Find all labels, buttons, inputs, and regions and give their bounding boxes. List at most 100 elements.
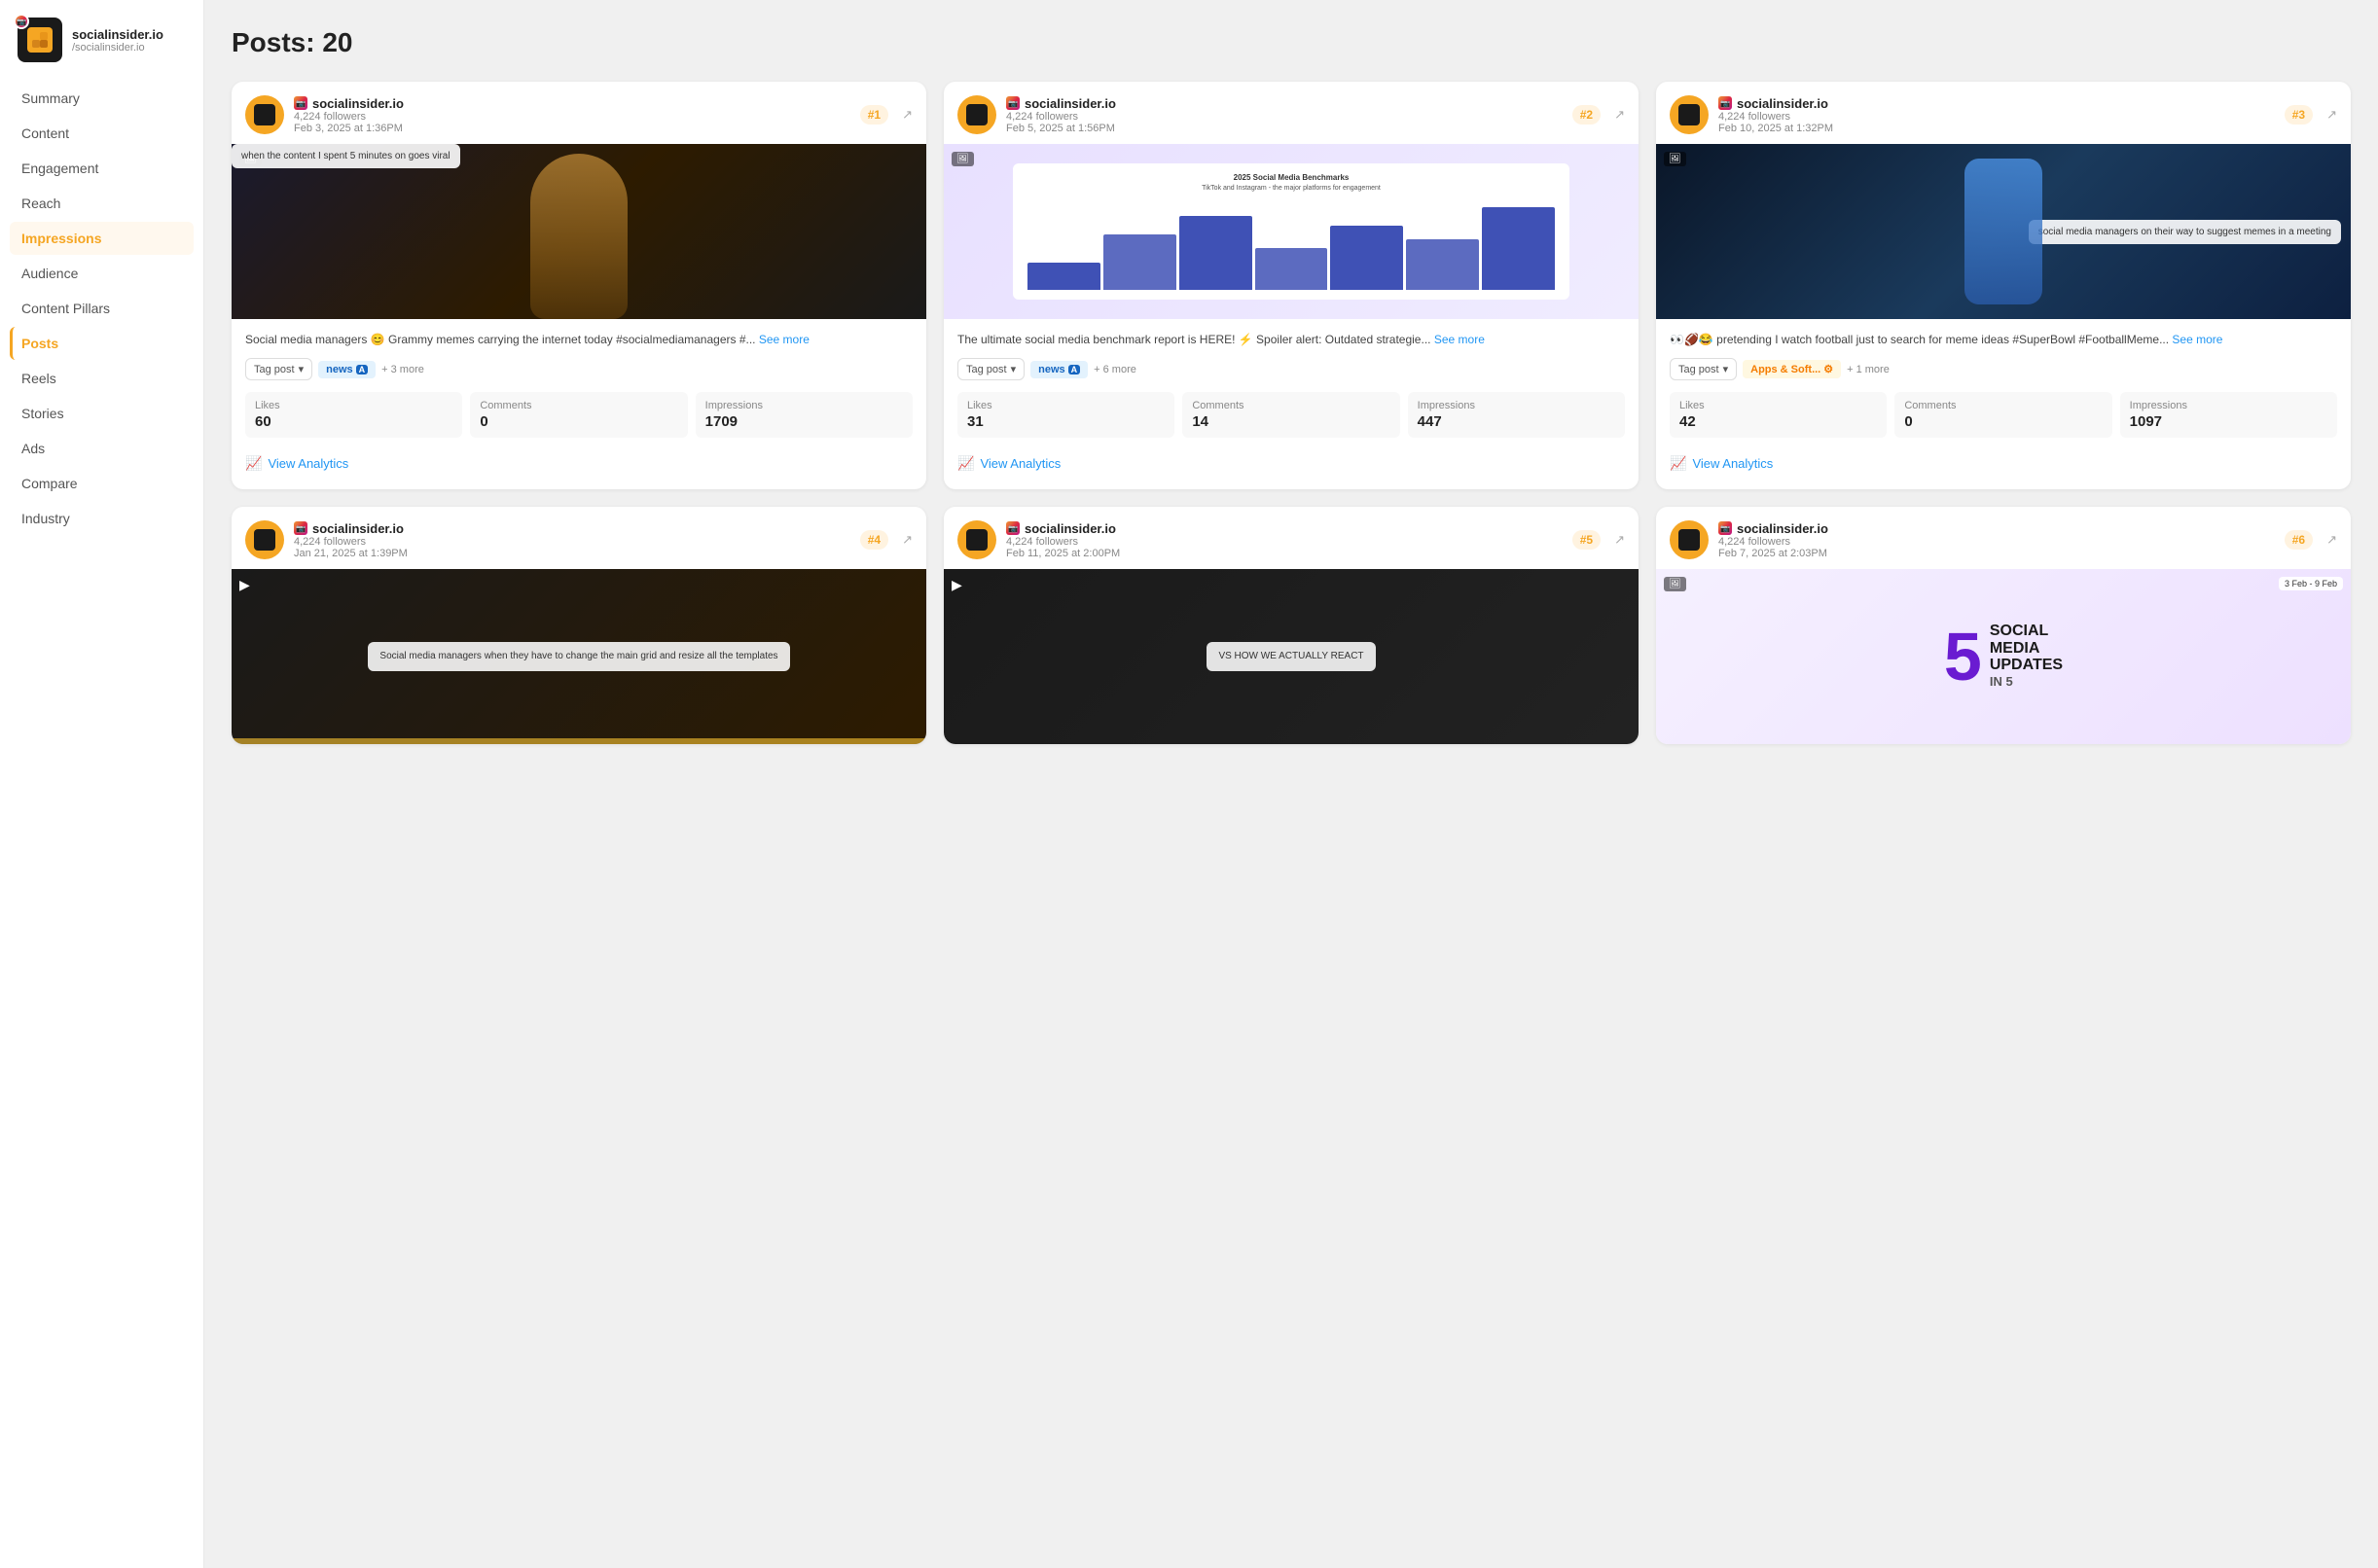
- sidebar-item-ads[interactable]: Ads: [10, 432, 194, 465]
- sidebar-navigation: Summary Content Engagement Reach Impress…: [0, 82, 203, 537]
- brand-name: socialinsider.io: [72, 27, 163, 42]
- sidebar-item-reels[interactable]: Reels: [10, 362, 194, 395]
- external-link-2[interactable]: ↗: [1614, 107, 1625, 123]
- post-account-info-1: 📷 socialinsider.io 4,224 followers Feb 3…: [294, 96, 850, 134]
- sidebar-item-compare[interactable]: Compare: [10, 467, 194, 500]
- post-image-5: ▶ VS HOW WE ACTUALLY REACT: [944, 569, 1639, 744]
- post-rank-3: #3: [2285, 105, 2313, 125]
- view-analytics-btn-3[interactable]: 📈 View Analytics: [1670, 449, 1773, 478]
- post-image-1: 🖼 when the content I spent 5 minutes on …: [232, 144, 926, 319]
- sidebar-item-industry[interactable]: Industry: [10, 502, 194, 535]
- chart-bar: [1103, 234, 1176, 290]
- post-card-1: 📷 socialinsider.io 4,224 followers Feb 3…: [232, 82, 926, 489]
- instagram-icon-3: 📷: [1718, 96, 1732, 110]
- chart-visual-2: 2025 Social Media Benchmarks TikTok and …: [1013, 163, 1568, 300]
- image-type-icon-3: 🖼: [1664, 152, 1686, 166]
- post-account-name-1: 📷 socialinsider.io: [294, 96, 850, 111]
- post-overlay-1: when the content I spent 5 minutes on go…: [232, 144, 460, 168]
- tag-post-btn-2[interactable]: Tag post ▾: [957, 358, 1025, 380]
- post-rank-5: #5: [1572, 530, 1601, 550]
- sidebar-item-content-pillars[interactable]: Content Pillars: [10, 292, 194, 325]
- brand-section: 📷 socialinsider.io /socialinsider.io: [0, 18, 203, 82]
- post-avatar-4: [245, 520, 284, 559]
- post-followers-5: 4,224 followers: [1006, 536, 1563, 548]
- post-date-1: Feb 3, 2025 at 1:36PM: [294, 123, 850, 134]
- sidebar-item-reach[interactable]: Reach: [10, 187, 194, 220]
- instagram-icon-4: 📷: [294, 521, 307, 535]
- chart-title-2: 2025 Social Media Benchmarks: [1023, 173, 1559, 182]
- main-content: Posts: 20 📷 socialinsider.io 4,224 follo…: [204, 0, 2378, 1568]
- view-analytics-btn-1[interactable]: 📈 View Analytics: [245, 449, 348, 478]
- posts-grid: 📷 socialinsider.io 4,224 followers Feb 3…: [232, 82, 2351, 744]
- post-account-name-2: 📷 socialinsider.io: [1006, 96, 1563, 111]
- post6-text: SOCIAL MEDIA UPDATES IN 5: [1990, 623, 2063, 691]
- stat-comments-3: Comments 0: [1894, 392, 2111, 438]
- post-account-name-6: 📷 socialinsider.io: [1718, 521, 2275, 536]
- post-text-2: The ultimate social media benchmark repo…: [957, 331, 1625, 348]
- post-account-name-4: 📷 socialinsider.io: [294, 521, 850, 536]
- tags-row-2: Tag post ▾ news A + 6 more: [957, 358, 1625, 380]
- post-avatar-1: [245, 95, 284, 134]
- tag-news-1[interactable]: news A: [318, 361, 376, 378]
- view-analytics-btn-2[interactable]: 📈 View Analytics: [957, 449, 1061, 478]
- post-followers-2: 4,224 followers: [1006, 111, 1563, 123]
- external-link-4[interactable]: ↗: [902, 532, 913, 548]
- post-overlay-4: Social media managers when they have to …: [368, 642, 789, 671]
- stat-impressions-3: Impressions 1097: [2120, 392, 2337, 438]
- post-header-5: 📷 socialinsider.io 4,224 followers Feb 1…: [944, 507, 1639, 569]
- sidebar-item-summary[interactable]: Summary: [10, 82, 194, 115]
- post-account-name-5: 📷 socialinsider.io: [1006, 521, 1563, 536]
- stat-comments-2: Comments 14: [1182, 392, 1399, 438]
- analytics-icon-2: 📈: [957, 455, 974, 472]
- tag-post-btn-1[interactable]: Tag post ▾: [245, 358, 312, 380]
- post6-visual: 5 SOCIAL MEDIA UPDATES IN 5: [1944, 623, 2063, 691]
- post-date-4: Jan 21, 2025 at 1:39PM: [294, 548, 850, 559]
- video-icon-4: ▶: [239, 577, 250, 593]
- external-link-6[interactable]: ↗: [2326, 532, 2337, 548]
- post-header-3: 📷 socialinsider.io 4,224 followers Feb 1…: [1656, 82, 2351, 144]
- chart-bars-2: [1023, 197, 1559, 290]
- post-followers-3: 4,224 followers: [1718, 111, 2275, 123]
- see-more-1[interactable]: See more: [759, 333, 810, 346]
- see-more-2[interactable]: See more: [1434, 333, 1485, 346]
- video-icon-5: ▶: [952, 577, 962, 593]
- post-card-4: 📷 socialinsider.io 4,224 followers Jan 2…: [232, 507, 926, 744]
- post-header-6: 📷 socialinsider.io 4,224 followers Feb 7…: [1656, 507, 2351, 569]
- external-link-1[interactable]: ↗: [902, 107, 913, 123]
- tag-apps-3[interactable]: Apps & Soft... ⚙: [1743, 360, 1841, 378]
- sidebar-item-audience[interactable]: Audience: [10, 257, 194, 290]
- post-date-5: Feb 11, 2025 at 2:00PM: [1006, 548, 1563, 559]
- date-badge-6: 3 Feb - 9 Feb: [2279, 577, 2343, 590]
- stats-row-3: Likes 42 Comments 0 Impressions 1097: [1670, 392, 2337, 438]
- stat-comments-1: Comments 0: [470, 392, 687, 438]
- post6-number: 5: [1944, 623, 1982, 691]
- post-image-2: 🖼 2025 Social Media Benchmarks TikTok an…: [944, 144, 1639, 319]
- post-account-name-3: 📷 socialinsider.io: [1718, 96, 2275, 111]
- instagram-icon-2: 📷: [1006, 96, 1020, 110]
- sidebar-item-stories[interactable]: Stories: [10, 397, 194, 430]
- tag-news-2[interactable]: news A: [1030, 361, 1088, 378]
- external-link-3[interactable]: ↗: [2326, 107, 2337, 123]
- sidebar-item-impressions[interactable]: Impressions: [10, 222, 194, 255]
- post-account-info-4: 📷 socialinsider.io 4,224 followers Jan 2…: [294, 521, 850, 559]
- see-more-3[interactable]: See more: [2172, 333, 2222, 346]
- chart-subtitle-2: TikTok and Instagram - the major platfor…: [1023, 185, 1559, 192]
- sidebar-item-engagement[interactable]: Engagement: [10, 152, 194, 185]
- sidebar-item-posts[interactable]: Posts: [10, 327, 194, 360]
- brand-logo: 📷: [18, 18, 62, 62]
- tag-post-btn-3[interactable]: Tag post ▾: [1670, 358, 1737, 380]
- post-avatar-6: [1670, 520, 1709, 559]
- analytics-icon-1: 📈: [245, 455, 262, 472]
- post-header-2: 📷 socialinsider.io 4,224 followers Feb 5…: [944, 82, 1639, 144]
- instagram-icon-5: 📷: [1006, 521, 1020, 535]
- stat-likes-2: Likes 31: [957, 392, 1174, 438]
- stat-likes-3: Likes 42: [1670, 392, 1887, 438]
- post-account-info-2: 📷 socialinsider.io 4,224 followers Feb 5…: [1006, 96, 1563, 134]
- chart-bar: [1255, 248, 1328, 290]
- post-overlay-3: social media managers on their way to su…: [2029, 220, 2341, 244]
- external-link-5[interactable]: ↗: [1614, 532, 1625, 548]
- post-date-3: Feb 10, 2025 at 1:32PM: [1718, 123, 2275, 134]
- post-body-2: The ultimate social media benchmark repo…: [944, 319, 1639, 489]
- sidebar-item-content[interactable]: Content: [10, 117, 194, 150]
- post-followers-1: 4,224 followers: [294, 111, 850, 123]
